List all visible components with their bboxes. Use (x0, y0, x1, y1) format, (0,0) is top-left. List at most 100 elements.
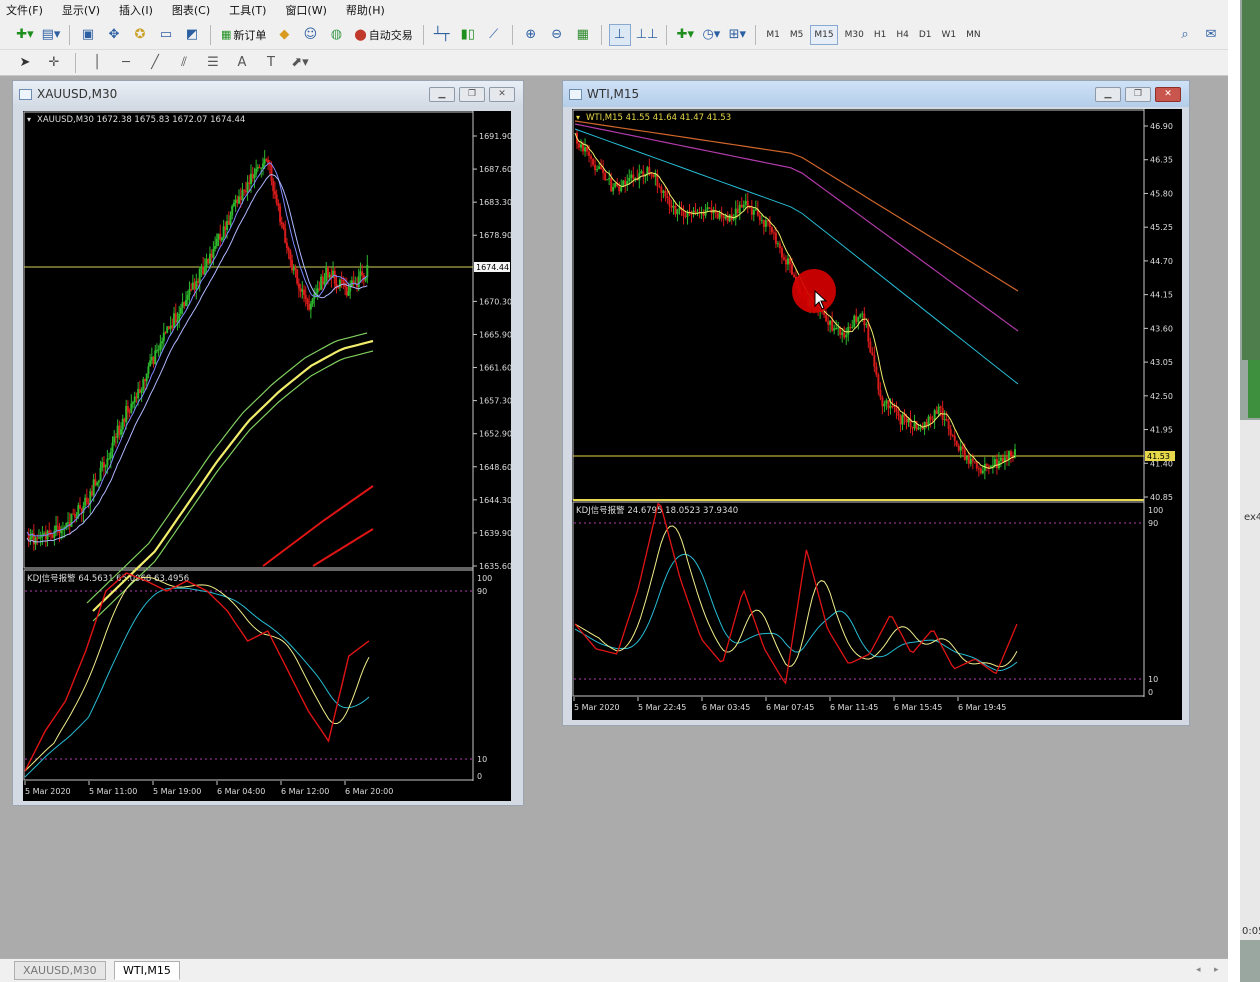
timeframe-d1[interactable]: D1 (916, 25, 935, 45)
zoom-out-icon[interactable]: ⊖ (546, 24, 568, 46)
timeframe-m1[interactable]: M1 (763, 25, 783, 45)
channel-icon[interactable]: ⫽ (173, 52, 195, 74)
text-tool-icon[interactable]: A (231, 52, 253, 74)
wti-chart-area[interactable]: WTI,M15 41.55 41.64 41.47 41.53 ▾ 46.90 46.… (572, 109, 1182, 720)
tile-windows-icon[interactable]: ▦ (572, 24, 594, 46)
menu-charts[interactable]: 图表(C) (172, 2, 210, 18)
minimize-button[interactable]: ▁ (429, 86, 455, 102)
tab-xauusd[interactable]: XAUUSD,M30 (14, 961, 106, 980)
profiles-button[interactable]: ▤▾ (40, 24, 62, 46)
menu-help[interactable]: 帮助(H) (346, 2, 385, 18)
auto-trading-button[interactable]: ⬤ 自动交易 (351, 24, 415, 46)
timeframe-h4[interactable]: H4 (893, 25, 912, 45)
new-order-button[interactable]: ▦ 新订单 (218, 24, 269, 46)
bear-candle-body (694, 210, 697, 213)
chart-shift-icon[interactable]: ⊥⊥ (635, 24, 660, 46)
horizontal-line-icon[interactable]: ─ (115, 52, 137, 74)
wti-window-titlebar[interactable]: WTI,M15 ▁ ❐ ✕ (563, 81, 1189, 107)
bear-candle-body (602, 169, 605, 173)
label-tool-icon[interactable]: T (260, 52, 282, 74)
xauusd-chart-window[interactable]: XAUUSD,M30 ▁ ❐ ✕ XAUUSD,M30 1672.38 1675… (12, 80, 524, 806)
close-button[interactable]: ✕ (489, 86, 515, 102)
menu-window[interactable]: 窗口(W) (285, 2, 326, 18)
line-chart-icon[interactable]: ⟋ (483, 24, 505, 46)
menu-tools[interactable]: 工具(T) (229, 2, 266, 18)
bear-candle-body (642, 171, 645, 176)
bull-candle-body (301, 289, 304, 292)
bear-candle-body (931, 419, 934, 421)
bull-candle-body (853, 315, 856, 327)
timeframe-w1[interactable]: W1 (938, 25, 959, 45)
wti-chart-canvas[interactable]: WTI,M15 41.55 41.64 41.47 41.53▾46.9046.… (572, 109, 1182, 720)
window-tab-bar: XAUUSD,M30 WTI,M15 ◂ ▸ (0, 958, 1228, 982)
community-icon[interactable]: ☺ (299, 24, 321, 46)
restore-button[interactable]: ❐ (1125, 86, 1151, 102)
bull-candle-body (937, 406, 940, 414)
bear-candle-body (843, 332, 846, 338)
window-title: XAUUSD,M30 (37, 87, 118, 101)
bull-candle-body (132, 402, 135, 404)
timeframe-m15[interactable]: M15 (810, 24, 838, 45)
tab-scroll-left-icon[interactable]: ◂ (1196, 965, 1201, 975)
chat-icon[interactable]: ✉ (1200, 24, 1222, 46)
bear-candle-body (118, 425, 121, 435)
bull-candle-body (919, 427, 922, 429)
bull-candle-body (150, 356, 153, 361)
bear-candle-body (1001, 457, 1004, 463)
navigator-icon[interactable]: ✪ (129, 24, 151, 46)
bull-candle-body (323, 281, 326, 285)
indicators-button[interactable]: ✚▾ (674, 24, 696, 46)
xauusd-chart-canvas[interactable]: XAUUSD,M30 1672.38 1675.83 1672.07 1674.… (23, 111, 511, 801)
tab-wti[interactable]: WTI,M15 (114, 961, 180, 980)
cursor-tool-icon[interactable]: ➤ (14, 52, 36, 74)
restore-button[interactable]: ❐ (459, 86, 485, 102)
bull-candle-body (212, 248, 215, 258)
bear-candle-body (340, 279, 343, 281)
timeframe-m30[interactable]: M30 (842, 25, 867, 45)
menu-insert[interactable]: 插入(I) (119, 2, 153, 18)
metaeditor-icon[interactable]: ◆ (273, 24, 295, 46)
trendline-icon[interactable]: ╱ (144, 52, 166, 74)
menu-bar: 文件(F) 显示(V) 插入(I) 图表(C) 工具(T) 窗口(W) 帮助(H… (0, 0, 1228, 20)
bar-chart-icon[interactable]: ┴┬ (431, 24, 453, 46)
signals-icon[interactable]: ◍ (325, 24, 347, 46)
minimize-button[interactable]: ▁ (1095, 86, 1121, 102)
xauusd-chart-area[interactable]: XAUUSD,M30 1672.38 1675.83 1672.07 1674.… (23, 111, 511, 801)
search-icon[interactable]: ⌕ (1174, 24, 1196, 46)
bear-candle-body (708, 207, 711, 209)
timeframe-m5[interactable]: M5 (787, 25, 807, 45)
zoom-in-icon[interactable]: ⊕ (520, 24, 542, 46)
templates-button[interactable]: ⊞▾ (726, 24, 748, 46)
bear-candle-body (758, 215, 761, 221)
terminal-icon[interactable]: ▭ (155, 24, 177, 46)
bull-candle-body (965, 456, 968, 460)
new-chart-button[interactable]: ✚▾ (14, 24, 36, 46)
tab-scroll-right-icon[interactable]: ▸ (1214, 965, 1219, 975)
time-axis-label: 6 Mar 19:45 (958, 703, 1006, 712)
bear-candle-body (126, 406, 129, 412)
auto-scroll-icon[interactable]: ⊥ (608, 23, 631, 46)
arrows-button[interactable]: ⬈▾ (289, 52, 311, 74)
periods-button[interactable]: ◷▾ (700, 24, 722, 46)
xauusd-window-titlebar[interactable]: XAUUSD,M30 ▁ ❐ ✕ (13, 81, 523, 107)
data-window-icon[interactable]: ✥ (103, 24, 125, 46)
bear-candle-body (670, 205, 673, 208)
price-tick-label: 1639.90 (479, 529, 511, 538)
timeframe-h1[interactable]: H1 (871, 25, 890, 45)
bull-candle-body (166, 326, 169, 333)
menu-view[interactable]: 显示(V) (62, 2, 100, 18)
fibonacci-icon[interactable]: ☰ (202, 52, 224, 74)
market-watch-icon[interactable]: ▣ (77, 24, 99, 46)
close-button[interactable]: ✕ (1155, 86, 1181, 102)
bull-candle-body (764, 220, 767, 227)
bull-candle-body (238, 196, 241, 204)
timeframe-mn[interactable]: MN (963, 25, 984, 45)
bear-candle-body (79, 505, 82, 509)
menu-file[interactable]: 文件(F) (6, 2, 43, 18)
wti-chart-window[interactable]: WTI,M15 ▁ ❐ ✕ WTI,M15 41.55 41.64 41.47 … (562, 80, 1190, 726)
strategy-tester-icon[interactable]: ◩ (181, 24, 203, 46)
vertical-line-icon[interactable]: │ (86, 52, 108, 74)
crosshair-tool-icon[interactable]: ✛ (43, 52, 65, 74)
bear-candle-body (650, 173, 653, 175)
candlestick-icon[interactable]: ▮▯ (457, 24, 479, 46)
